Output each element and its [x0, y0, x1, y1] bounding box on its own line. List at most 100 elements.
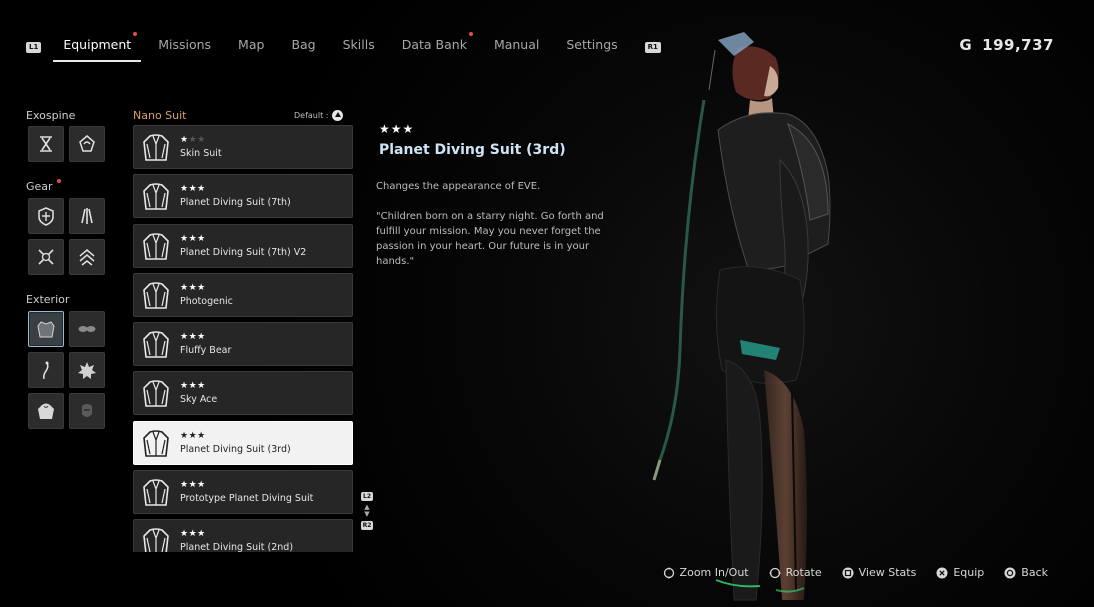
item-stars: ★★★: [180, 332, 206, 343]
l1-button-hint[interactable]: L1: [26, 41, 42, 53]
tab-data-bank[interactable]: Data Bank: [402, 32, 473, 60]
rotate-hint[interactable]: Rotate: [769, 566, 822, 579]
triangle-button-icon[interactable]: [332, 110, 344, 121]
circle-button-icon: [1004, 567, 1016, 578]
tab-settings[interactable]: Settings: [566, 34, 617, 60]
suit-list-item[interactable]: ★★★ Planet Diving Suit (7th) V2: [133, 223, 353, 268]
item-name: Planet Diving Suit (3rd): [180, 443, 291, 455]
rotate-label: Rotate: [785, 566, 822, 579]
suit-list-item[interactable]: ★★★ Sky Ace: [133, 371, 353, 416]
hair-ornament-icon[interactable]: [69, 352, 105, 388]
tab-missions[interactable]: Missions: [158, 34, 211, 60]
suit-list-item[interactable]: ★★★ Planet Diving Suit (2nd): [133, 519, 353, 552]
gear-label: Gear: [26, 179, 61, 193]
currency-symbol: G: [959, 36, 973, 54]
detail-stars: ★★★: [379, 122, 415, 136]
gear-label-text: Gear: [26, 180, 53, 193]
cross-button-icon: [936, 567, 948, 578]
default-sort[interactable]: Default :: [294, 110, 344, 121]
gear-claw-icon[interactable]: [69, 198, 105, 234]
exospine-label: Exospine: [26, 109, 76, 122]
square-button-icon: [842, 567, 854, 578]
default-label: Default :: [294, 111, 329, 120]
tab-map[interactable]: Map: [238, 34, 264, 60]
l2-button-hint[interactable]: L2: [361, 492, 373, 501]
tab-label: Missions: [158, 37, 212, 52]
notification-dot: [468, 32, 473, 36]
item-stars: ★★★: [180, 480, 206, 491]
suit-icon: [143, 479, 169, 506]
item-name: Skin Suit: [180, 148, 222, 159]
item-name: Fluffy Bear: [180, 345, 232, 357]
item-stars: ★★★: [180, 184, 206, 195]
exospine-x-icon[interactable]: [28, 126, 64, 162]
item-stars: ★★★: [180, 135, 206, 145]
suit-icon: [143, 232, 169, 260]
suit-list-item[interactable]: ★★★ Photogenic: [133, 272, 353, 317]
suit-list-item[interactable]: ★★★ Planet Diving Suit (7th): [133, 174, 353, 219]
earring-icon[interactable]: [28, 352, 64, 388]
item-stars: ★★★: [180, 381, 206, 392]
left-stick-icon: [769, 567, 781, 578]
detail-title: Planet Diving Suit (3rd): [379, 142, 566, 158]
view-stats-hint[interactable]: View Stats: [842, 566, 916, 579]
suit-jacket-icon[interactable]: [28, 311, 64, 347]
suit-list-item[interactable]: ★★★ Prototype Planet Diving Suit: [133, 470, 353, 515]
item-name: Prototype Planet Diving Suit: [180, 493, 314, 505]
suit-list: ★★★ Skin Suit ★★★ Planet Diving Suit (7th) ★…: [133, 125, 353, 552]
detail-quote: "Children born on a starry night. Go for…: [376, 211, 604, 267]
suit-icon: [143, 183, 169, 211]
item-stars: ★★★: [180, 430, 206, 441]
notification-dot: [56, 179, 61, 183]
hoodie-icon[interactable]: [28, 393, 64, 429]
tab-label: Equipment: [63, 37, 132, 52]
zoom-label: Zoom In/Out: [679, 566, 749, 579]
tab-skills[interactable]: Skills: [343, 34, 375, 60]
tab-bag[interactable]: Bag: [291, 34, 315, 60]
currency-display: G 199,737: [959, 36, 1054, 54]
r2-button-hint[interactable]: R2: [360, 521, 374, 530]
suit-list-item[interactable]: ★★★ Fluffy Bear: [133, 322, 353, 367]
tab-bar: Equipment Missions Map Bag Skills Data B…: [53, 32, 644, 62]
currency-value: 199,737: [982, 36, 1054, 54]
suit-icon: [143, 528, 169, 552]
scroll-arrows-icon: ▲ ▼: [364, 503, 370, 518]
tab-equipment[interactable]: Equipment: [53, 32, 142, 62]
item-stars: ★★★: [180, 282, 206, 293]
back-label: Back: [1021, 566, 1048, 579]
list-header: Nano Suit: [133, 109, 187, 122]
item-name: Planet Diving Suit (7th): [180, 197, 291, 209]
tab-label: Bag: [291, 37, 316, 52]
equip-hint[interactable]: Equip: [936, 566, 984, 579]
top-nav: L1 Equipment Missions Map Bag Skills Dat…: [26, 32, 661, 62]
character-model: [652, 32, 831, 601]
suit-icon: [143, 282, 169, 309]
item-name: Planet Diving Suit (2nd): [180, 542, 294, 552]
zoom-hint[interactable]: Zoom In/Out: [663, 566, 749, 579]
r1-button-hint[interactable]: R1: [644, 41, 661, 53]
suit-icon: [143, 134, 169, 161]
notification-dot: [133, 32, 138, 36]
suit-list-item[interactable]: ★★★ Skin Suit: [133, 125, 353, 169]
right-stick-icon: [663, 567, 674, 578]
suit-icon: [143, 429, 169, 457]
gear-chevron-icon[interactable]: [69, 239, 105, 275]
gear-cross-icon[interactable]: [28, 239, 64, 275]
tab-manual[interactable]: Manual: [494, 34, 539, 60]
suit-icon: [143, 331, 169, 358]
suit-list-item[interactable]: ★★★ Planet Diving Suit (3rd): [133, 420, 353, 465]
detail-description: Changes the appearance of EVE.: [376, 181, 541, 192]
tab-label: Settings: [566, 37, 618, 52]
control-hints: Zoom In/Out Rotate View Stats Equip Back: [643, 566, 1048, 579]
exospine-swirl-icon[interactable]: [69, 126, 105, 162]
exterior-label: Exterior: [26, 293, 70, 306]
mask-icon[interactable]: [69, 393, 105, 429]
back-hint[interactable]: Back: [1004, 566, 1048, 579]
scroll-hint: L2 ▲ ▼ R2: [360, 492, 374, 530]
item-stars: ★★★: [180, 233, 206, 244]
glasses-icon[interactable]: [69, 311, 105, 347]
item-name: Planet Diving Suit (7th) V2: [180, 246, 307, 258]
item-name: Photogenic: [180, 295, 233, 307]
gear-shield-icon[interactable]: [28, 198, 64, 234]
equip-label: Equip: [953, 566, 985, 579]
